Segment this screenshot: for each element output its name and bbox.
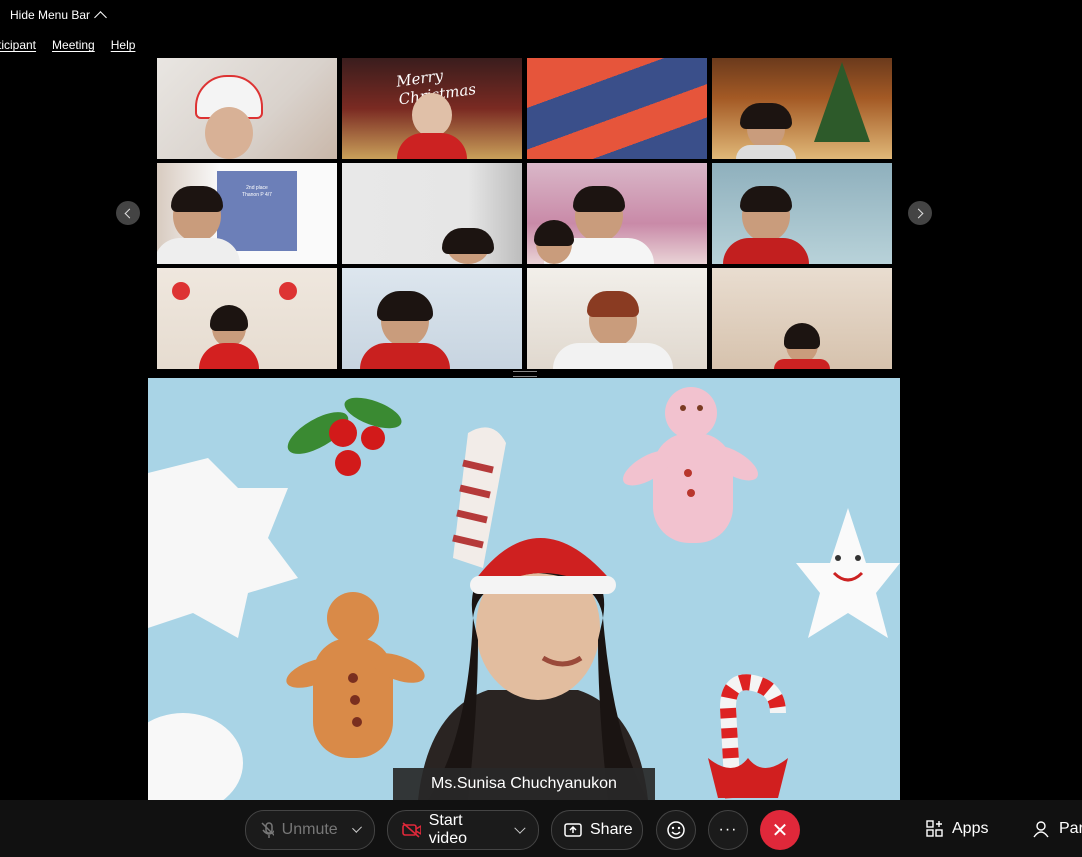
christmas-tree [814,62,870,142]
gingerbread-cookie-pink [623,387,758,543]
menu-meeting[interactable]: Meeting [52,38,95,52]
start-video-button[interactable]: Start video [387,810,539,850]
share-screen-icon [564,823,582,837]
participant-video [553,291,674,369]
video-tile[interactable] [527,268,707,369]
active-speaker-video[interactable] [148,378,900,800]
video-tile[interactable] [712,163,892,264]
more-options-icon: ··· [718,821,738,838]
participant-video [442,228,494,264]
gallery-grid: Merry Christmas 2nd place Thanon P 4/7 [157,58,892,370]
candy-cane-bow [708,674,788,799]
resize-splitter[interactable] [513,371,537,377]
video-tile[interactable]: 2nd place Thanon P 4/7 [157,163,337,264]
wall-decoration [279,282,297,300]
participant-video [534,220,574,264]
menu-bar: rticipant Meeting Help [0,38,135,52]
start-video-label: Start video [428,812,467,847]
participants-button[interactable]: Par [1033,820,1082,838]
chevron-down-icon[interactable] [351,822,362,834]
chevron-up-icon [94,11,107,24]
speaker-name-tag: Ms.Sunisa Chuchyanukon [393,768,655,800]
christmas-background [148,387,900,800]
presenter-figure [418,538,648,800]
person-icon [1033,821,1049,838]
apps-button[interactable]: Apps [926,820,988,838]
emoji-icon [667,821,685,839]
participant-video [397,93,467,159]
video-tile[interactable]: Merry Christmas [342,58,522,159]
video-off-icon [402,822,421,838]
unmute-button[interactable]: Unmute [245,810,375,850]
share-label: Share [590,821,633,838]
unmute-label: Unmute [281,821,338,838]
participant-video [195,75,263,159]
star-cookie [796,508,900,638]
microphone-muted-icon [261,822,274,838]
video-tile[interactable] [527,163,707,264]
video-tile[interactable] [157,268,337,369]
menu-help[interactable]: Help [111,38,136,52]
candy-cane-cookie [452,427,506,568]
video-tile[interactable] [712,268,892,369]
leave-meeting-button[interactable]: ✕ [760,810,800,850]
meeting-toolbar: Unmute Start video Share ··· ✕ Apps Par [0,800,1082,857]
participant-video [774,323,830,369]
menu-participant[interactable]: rticipant [0,38,36,52]
video-tile[interactable] [527,58,707,159]
video-tile[interactable] [157,58,337,159]
heart-cookie [148,713,243,800]
video-tile[interactable] [342,268,522,369]
participants-label: Par [1059,820,1082,837]
holly-decoration [287,397,402,476]
hide-menu-bar-button[interactable]: Hide Menu Bar [10,8,107,24]
gingerbread-cookie-brown [286,592,425,758]
close-icon: ✕ [771,819,789,842]
previous-page-button[interactable] [116,201,140,225]
share-button[interactable]: Share [551,810,643,850]
hide-menu-bar-label: Hide Menu Bar [10,8,91,22]
chevron-left-icon [124,208,135,218]
wall-decoration [172,282,190,300]
apps-label: Apps [952,820,989,837]
participant-video [723,186,809,264]
more-options-button[interactable]: ··· [708,810,748,850]
participant-video [157,186,240,264]
apps-grid-icon [926,820,943,837]
snowflake-cookie [148,458,298,638]
reactions-button[interactable] [656,810,696,850]
participant-video [736,103,796,159]
chevron-down-icon[interactable] [514,822,526,834]
participant-video [199,305,259,369]
video-tile[interactable] [342,163,522,264]
next-page-button[interactable] [908,201,932,225]
participant-video [360,291,450,369]
chevron-right-icon [913,208,924,218]
video-tile[interactable] [712,58,892,159]
